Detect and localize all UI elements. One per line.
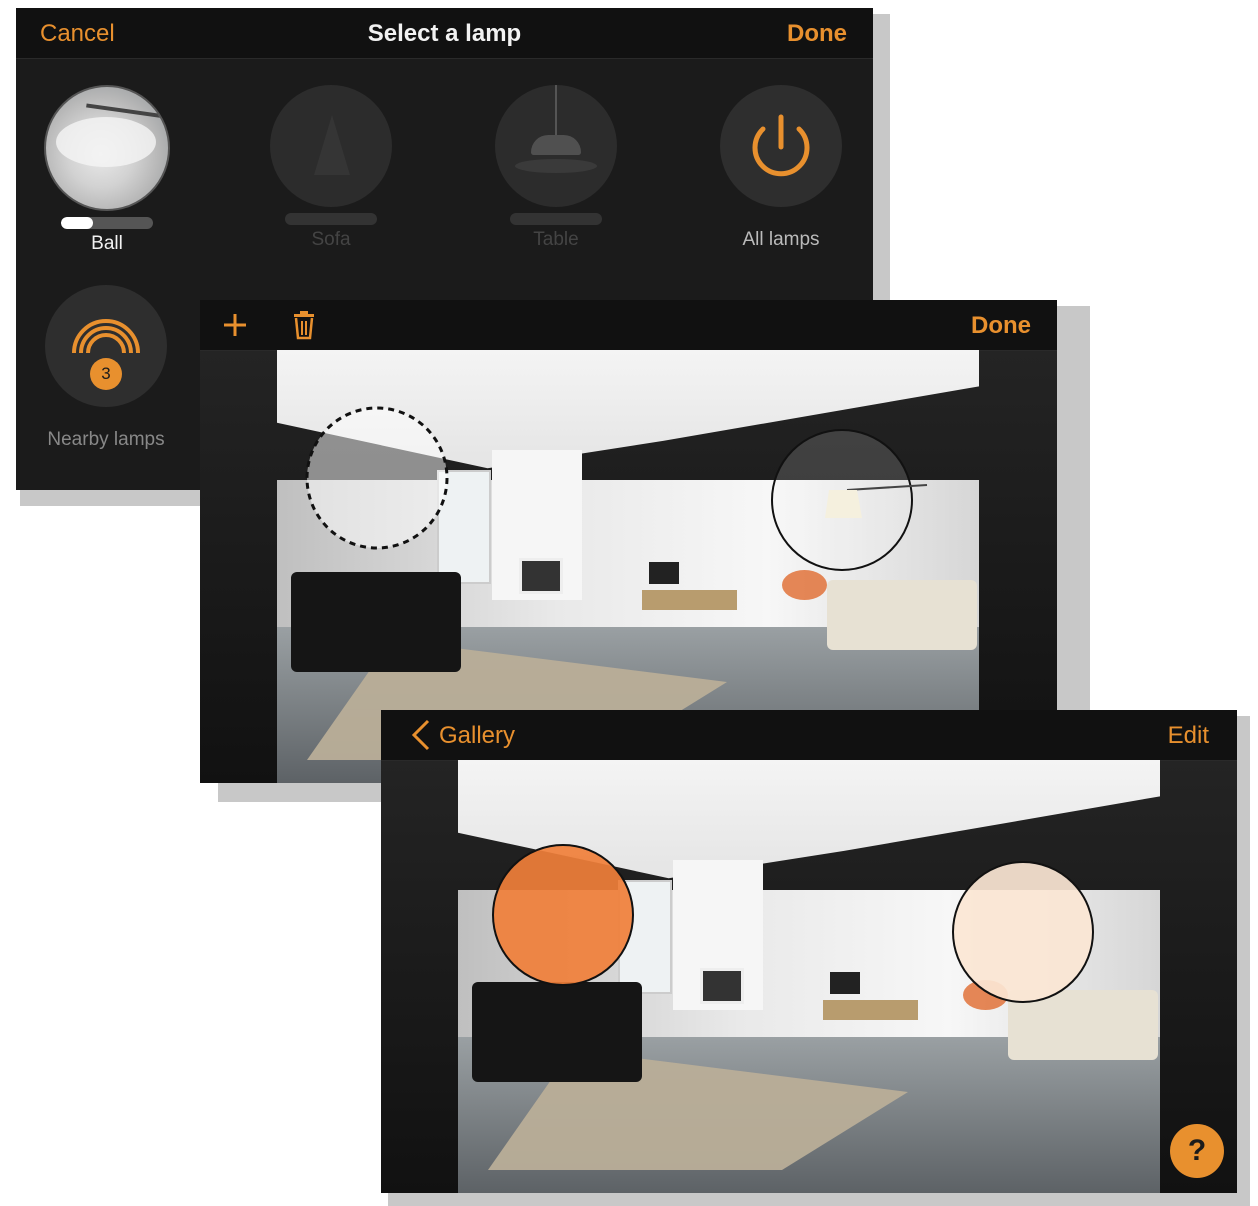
navbar: Cancel Select a lamp Done (16, 8, 873, 59)
brightness-slider (285, 213, 377, 225)
lamp-table-thumbnail (495, 85, 617, 207)
gallery-screen: Gallery Edit ? (381, 710, 1237, 1193)
lamp-label: Table (533, 229, 579, 250)
trash-icon[interactable] (292, 310, 316, 340)
lamp-label: Sofa (311, 229, 351, 250)
lamp-sofa[interactable]: Sofa (261, 85, 401, 251)
chevron-left-icon[interactable] (409, 718, 431, 752)
brightness-fill (61, 217, 94, 229)
signal-arcs-icon (72, 319, 140, 390)
navbar: Done (200, 300, 1057, 351)
lamp-marker-ball (492, 844, 634, 986)
lamp-label: All lamps (742, 229, 820, 250)
page-title: Select a lamp (367, 20, 522, 47)
all-lamps-button[interactable] (720, 85, 842, 207)
lamp-table[interactable]: Table (486, 85, 626, 251)
lamp-all[interactable]: All lamps (711, 85, 851, 251)
lamp-sofa-thumbnail (270, 85, 392, 207)
navbar: Gallery Edit (381, 710, 1237, 761)
edit-button[interactable]: Edit (1168, 722, 1209, 750)
brightness-slider[interactable] (61, 217, 153, 229)
back-to-gallery-button[interactable]: Gallery (439, 722, 515, 750)
done-button[interactable]: Done (971, 312, 1031, 340)
power-icon (752, 114, 810, 177)
lamp-marker-ball (305, 406, 449, 550)
lamp-markers (492, 844, 1094, 1003)
plus-icon[interactable] (222, 312, 248, 338)
lamp-ball-thumbnail (44, 85, 170, 211)
lamp-ball[interactable]: Ball (37, 85, 177, 255)
lamp-marker-floor (952, 861, 1094, 1003)
brightness-slider (510, 213, 602, 225)
nearby-lamps-button[interactable]: 3 (45, 285, 167, 407)
help-button[interactable]: ? (1170, 1124, 1224, 1178)
nearby-lamps[interactable]: 3 Nearby lamps (36, 285, 176, 451)
lamp-label: Nearby lamps (47, 429, 165, 450)
room-photo (458, 760, 1160, 1193)
lamp-label: Ball (91, 233, 123, 254)
done-button[interactable]: Done (787, 20, 847, 48)
nearby-count-badge: 3 (101, 364, 111, 383)
